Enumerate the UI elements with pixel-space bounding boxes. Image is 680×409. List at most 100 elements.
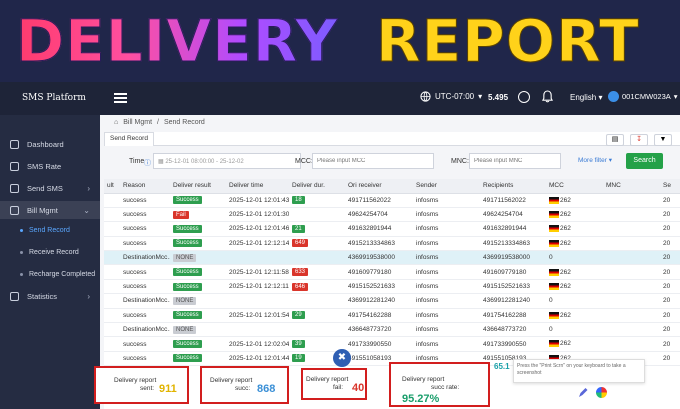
table-row[interactable]: success Success 2025-12-01 12:11:58 633 4916…: [104, 264, 680, 280]
status-badge: NONE: [173, 296, 197, 305]
more-filter-link[interactable]: More filter ▾: [578, 156, 612, 164]
bullet-icon: [20, 273, 23, 276]
table-cell-time: 2025-12-01 12:11:58: [226, 264, 289, 280]
chevron-down-icon: ▾: [673, 92, 678, 101]
table-cell-ori: 491711562022: [345, 193, 413, 208]
column-header[interactable]: MCC: [546, 179, 603, 194]
table-cell-time: 2025-12-01 12:02:04: [226, 336, 289, 352]
table-row[interactable]: success Success 2025-12-01 12:12:14 649 4915…: [104, 236, 680, 252]
column-header[interactable]: MNC: [603, 179, 660, 194]
column-settings-icon[interactable]: ▤: [606, 134, 624, 146]
sidebar-item-send-sms[interactable]: Send SMS ›: [0, 179, 100, 197]
table-cell-result: Success: [170, 336, 226, 352]
table-row[interactable]: success Fail 2025-12-01 12:01:30 4962425470…: [104, 207, 680, 223]
table-cell-result: Success: [170, 264, 226, 280]
bell-icon[interactable]: [542, 90, 553, 103]
mcc-value: 262: [560, 196, 571, 204]
user-menu[interactable]: 001CMW023A ▾: [608, 91, 678, 102]
language-selector[interactable]: English ▾: [570, 93, 603, 102]
table-cell-result: Success: [170, 351, 226, 367]
stat-value: 40: [352, 382, 365, 394]
column-header[interactable]: Deliver result: [170, 179, 226, 194]
column-header[interactable]: Recipients: [480, 179, 546, 194]
column-header[interactable]: Deliver time: [226, 179, 289, 194]
table-cell-recip: 4369919538000: [480, 250, 546, 266]
table-row[interactable]: success Success 2025-12-01 12:12:11 646 4915…: [104, 279, 680, 295]
status-badge: NONE: [173, 325, 197, 334]
mcc-value: 262: [560, 239, 571, 247]
time-range-input[interactable]: ▦ 25-12-01 08:00:00 - 25-12-02: [153, 153, 301, 169]
sidebar-subitem-recharge-completed[interactable]: Recharge Completed: [20, 271, 95, 278]
table-row[interactable]: success Success 2025-12-01 12:01:54 29 49175…: [104, 308, 680, 324]
table-row[interactable]: success Success 2025-12-01 12:01:46 21 49163…: [104, 221, 680, 237]
table-cell-se: 20: [660, 264, 680, 280]
stat-label: Delivery report: [114, 377, 157, 384]
filter-icon[interactable]: ▼: [654, 134, 672, 146]
table-row[interactable]: success Success 2025-12-01 12:02:04 39 49173…: [104, 336, 680, 352]
table-cell-reason: success: [120, 336, 170, 352]
sidebar-item-dashboard[interactable]: Dashboard: [0, 135, 100, 153]
table-cell-mcc: 262: [546, 336, 603, 352]
column-header[interactable]: Reason: [120, 179, 170, 194]
germany-flag-icon: [549, 340, 559, 348]
table-row[interactable]: DestinationMcc... NONE 4369912281240 infosm…: [104, 293, 680, 309]
mail-icon: [10, 183, 19, 193]
pen-icon[interactable]: [578, 388, 588, 398]
close-button[interactable]: ✖: [333, 349, 351, 367]
timezone-selector[interactable]: UTC-07:00 ▾: [420, 91, 482, 102]
table-cell-se: 20: [660, 336, 680, 352]
sidebar-subitem-label: Recharge Completed: [29, 271, 96, 278]
table-cell-mnc: [603, 322, 660, 338]
sidebar-item-label: SMS Rate: [27, 161, 62, 171]
table-cell-mcc: 262: [546, 221, 603, 237]
sidebar-item-sms-rate[interactable]: SMS Rate: [0, 157, 100, 175]
column-header[interactable]: Ori receiver: [345, 179, 413, 194]
duration-badge: 633: [292, 268, 309, 277]
table-cell-dur: 21: [289, 221, 345, 237]
table-cell-result: NONE: [170, 293, 226, 309]
chat-icon[interactable]: [518, 91, 530, 103]
table-row[interactable]: DestinationMcc... NONE 436648773720 infosms…: [104, 322, 680, 338]
home-icon[interactable]: ⌂: [114, 119, 118, 126]
breadcrumb-parent[interactable]: Bill Mgmt: [123, 119, 152, 126]
table-cell-reason: success: [120, 193, 170, 208]
sidebar-item-bill-mgmt[interactable]: Bill Mgmt ⌄: [0, 201, 100, 219]
menu-toggle-icon[interactable]: [114, 93, 127, 103]
sidebar-subitem-receive-record[interactable]: Receive Record: [20, 249, 79, 256]
mcc-input[interactable]: [312, 153, 434, 169]
user-name: 001CMW023A: [622, 92, 671, 101]
sidebar-item-statistics[interactable]: Statistics ›: [0, 287, 100, 305]
column-header[interactable]: Sender: [413, 179, 480, 194]
table-row[interactable]: success Success 2025-12-01 12:01:43 18 49171…: [104, 193, 680, 208]
table-cell-recip: 491733990550: [480, 336, 546, 352]
table-cell-time: 2025-12-01 12:12:11: [226, 279, 289, 295]
time-range-value: 25-12-01 08:00:00 - 25-12-02: [165, 159, 244, 165]
column-header[interactable]: Deliver dur.: [289, 179, 345, 194]
sidebar-subitem-send-record[interactable]: Send Record: [20, 227, 70, 234]
column-header[interactable]: Se: [660, 179, 680, 194]
table-cell-sender: infosms: [413, 336, 480, 352]
palette-icon[interactable]: [596, 387, 607, 398]
table-cell-time: [226, 293, 289, 309]
table-cell-dur: [289, 207, 345, 223]
germany-flag-icon: [549, 210, 559, 218]
column-header[interactable]: ult: [104, 179, 120, 194]
table-cell-mnc: [603, 236, 660, 252]
table-cell: [104, 207, 120, 223]
bullet-icon: [20, 251, 23, 254]
table-cell-time: [226, 250, 289, 266]
partial-stat-value: 65.1: [494, 362, 510, 371]
chevron-down-icon: ⌄: [83, 205, 90, 215]
table-cell-sender: infosms: [413, 279, 480, 295]
avatar: [608, 91, 619, 102]
table-cell-result: Success: [170, 236, 226, 252]
search-button[interactable]: Search: [626, 153, 663, 169]
breadcrumb-current: Send Record: [163, 119, 205, 126]
tab-send-record[interactable]: Send Record: [104, 132, 154, 146]
mnc-input[interactable]: [469, 153, 561, 169]
table-cell: [104, 336, 120, 352]
table-row[interactable]: DestinationMcc... NONE 4369919538000 infosm…: [104, 250, 680, 266]
export-icon[interactable]: ↧: [630, 134, 648, 146]
table-cell-reason: success: [120, 236, 170, 252]
table-cell: [104, 264, 120, 280]
